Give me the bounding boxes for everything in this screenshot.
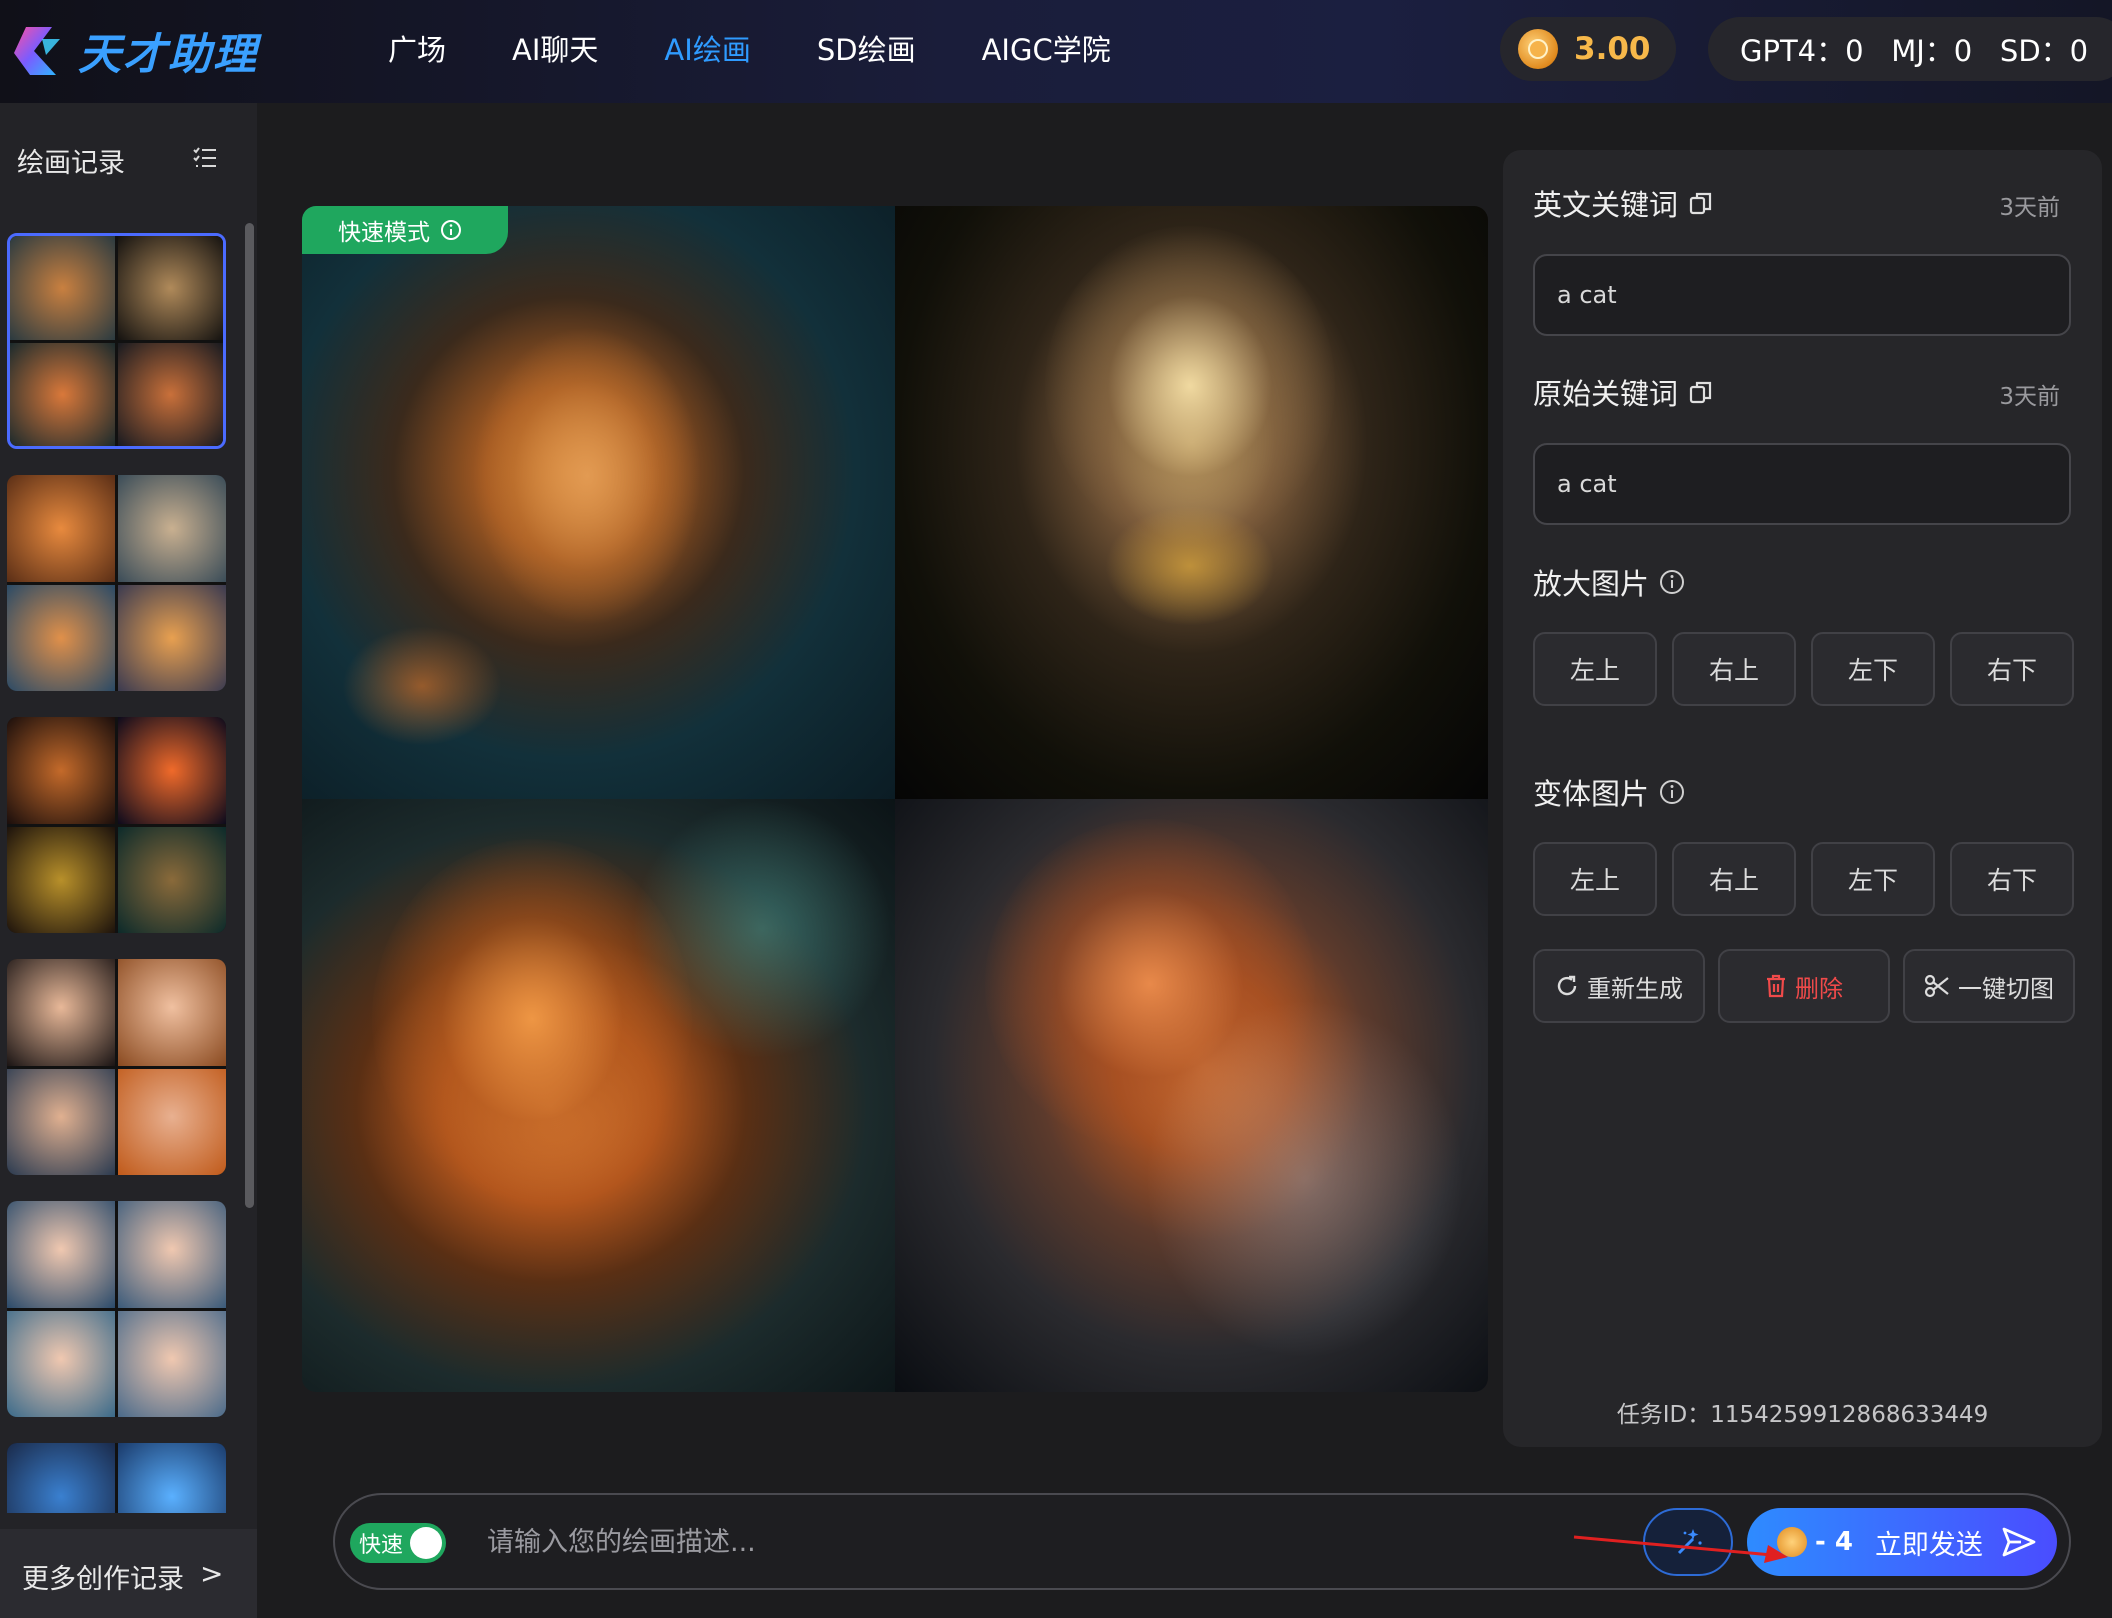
nav-item-sd-drawing[interactable]: SD绘画 [817,30,916,70]
paper-plane-icon [2001,1526,2037,1558]
generated-image-top-left[interactable] [302,206,895,799]
history-thumbnail-list [0,223,257,1513]
info-icon[interactable] [440,219,462,241]
history-thumbnail[interactable] [7,475,226,691]
en-keywords-label: 英文关键词 [1533,188,1679,222]
nav-item-ai-chat[interactable]: AI聊天 [512,30,598,70]
fast-mode-label: 快速模式 [338,220,430,246]
copy-icon[interactable] [1688,379,1714,405]
info-icon[interactable] [1659,779,1685,805]
history-thumbnail[interactable] [7,717,226,933]
refresh-icon [1555,974,1579,998]
upscale-label: 放大图片 [1533,567,1650,601]
history-thumbnail[interactable] [7,1201,226,1417]
en-keywords-time: 3天前 [1999,195,2060,221]
history-thumbnail[interactable] [7,1443,226,1513]
prompt-bar: 快速 - 4 立即发送 [333,1493,2071,1590]
delete-button[interactable]: 删除 [1718,949,1890,1023]
nav-item-plaza[interactable]: 广场 [388,30,446,70]
fast-mode-badge: 快速模式 [302,206,508,254]
logo-mark-icon [14,27,60,75]
generated-image-bottom-right[interactable] [895,799,1488,1392]
en-keywords-title: 英文关键词 [1533,182,1714,224]
generated-image-top-right[interactable] [895,206,1488,799]
toggle-knob [410,1527,442,1559]
more-history-label: 更多创作记录 [22,1564,184,1595]
regenerate-button[interactable]: 重新生成 [1533,949,1705,1023]
regenerate-label: 重新生成 [1587,974,1683,1003]
sidebar-title: 绘画记录 [17,148,125,179]
scissors-icon [1924,974,1950,998]
send-label: 立即发送 [1874,1529,1983,1561]
variation-title: 变体图片 [1533,771,1685,813]
upscale-title: 放大图片 [1533,561,1685,603]
orig-keywords-title: 原始关键词 [1533,371,1714,413]
fast-toggle-label: 快速 [359,1533,404,1558]
task-id: 任务ID：1154259912868633449 [1616,1402,1989,1428]
chevron-right-icon: > [200,1557,224,1590]
list-filter-icon[interactable] [192,145,218,171]
copy-icon[interactable] [1688,190,1714,216]
coin-icon [1518,29,1558,69]
trash-icon [1765,974,1787,998]
model-quota: GPT4：0 MJ：0 SD：0 [1708,17,2112,81]
nav-item-aigc-academy[interactable]: AIGC学院 [982,30,1111,70]
auto-cut-button[interactable]: 一键切图 [1903,949,2075,1023]
logo-text: 天才助理 [78,30,258,80]
generated-image-bottom-left[interactable] [302,799,895,1392]
top-header: 天才助理 广场 AI聊天 AI绘画 SD绘画 AIGC学院 3.00 GPT4：… [0,0,2112,103]
variation-buttons: 左上 右上 左下 右下 [1533,842,2074,916]
annotation-arrow [1573,1535,1788,1563]
history-thumbnail[interactable] [7,233,226,449]
upscale-bottom-left-button[interactable]: 左下 [1811,632,1935,706]
variation-top-right-button[interactable]: 右上 [1672,842,1796,916]
orig-keywords-field[interactable]: a cat [1533,443,2071,525]
balance-badge[interactable]: 3.00 [1500,17,1676,81]
en-keywords-field[interactable]: a cat [1533,254,2071,336]
info-icon[interactable] [1659,569,1685,595]
history-thumbnail[interactable] [7,959,226,1175]
auto-cut-label: 一键切图 [1958,974,2054,1003]
send-cost: - 4 [1815,1527,1853,1557]
upscale-bottom-right-button[interactable]: 右下 [1950,632,2074,706]
balance-value: 3.00 [1574,31,1651,67]
variation-bottom-right-button[interactable]: 右下 [1950,842,2074,916]
nav-item-ai-drawing[interactable]: AI绘画 [664,30,750,70]
variation-top-left-button[interactable]: 左上 [1533,842,1657,916]
upscale-top-left-button[interactable]: 左上 [1533,632,1657,706]
upscale-buttons: 左上 右上 左下 右下 [1533,632,2074,706]
orig-keywords-time: 3天前 [1999,384,2060,410]
variation-label: 变体图片 [1533,777,1650,811]
fast-mode-toggle[interactable]: 快速 [350,1523,446,1563]
more-history-link[interactable]: 更多创作记录 > [0,1529,257,1618]
delete-label: 删除 [1795,974,1843,1003]
orig-keywords-label: 原始关键词 [1533,377,1679,411]
history-sidebar: 绘画记录 更多创作记录 > [0,103,257,1618]
prompt-input[interactable] [485,1517,1485,1567]
send-button[interactable]: - 4 立即发送 [1747,1508,2057,1576]
variation-bottom-left-button[interactable]: 左下 [1811,842,1935,916]
action-buttons: 重新生成 删除 一键切图 [1533,949,2075,1023]
image-detail-panel: 英文关键词 3天前 a cat 原始关键词 3天前 a cat 放大图片 左上 … [1503,150,2102,1447]
upscale-top-right-button[interactable]: 右上 [1672,632,1796,706]
generated-image-grid[interactable] [302,206,1488,1392]
sidebar-scrollbar[interactable] [245,223,254,1208]
main-nav: 广场 AI聊天 AI绘画 SD绘画 AIGC学院 [388,30,1177,70]
logo[interactable]: 天才助理 [12,20,258,82]
